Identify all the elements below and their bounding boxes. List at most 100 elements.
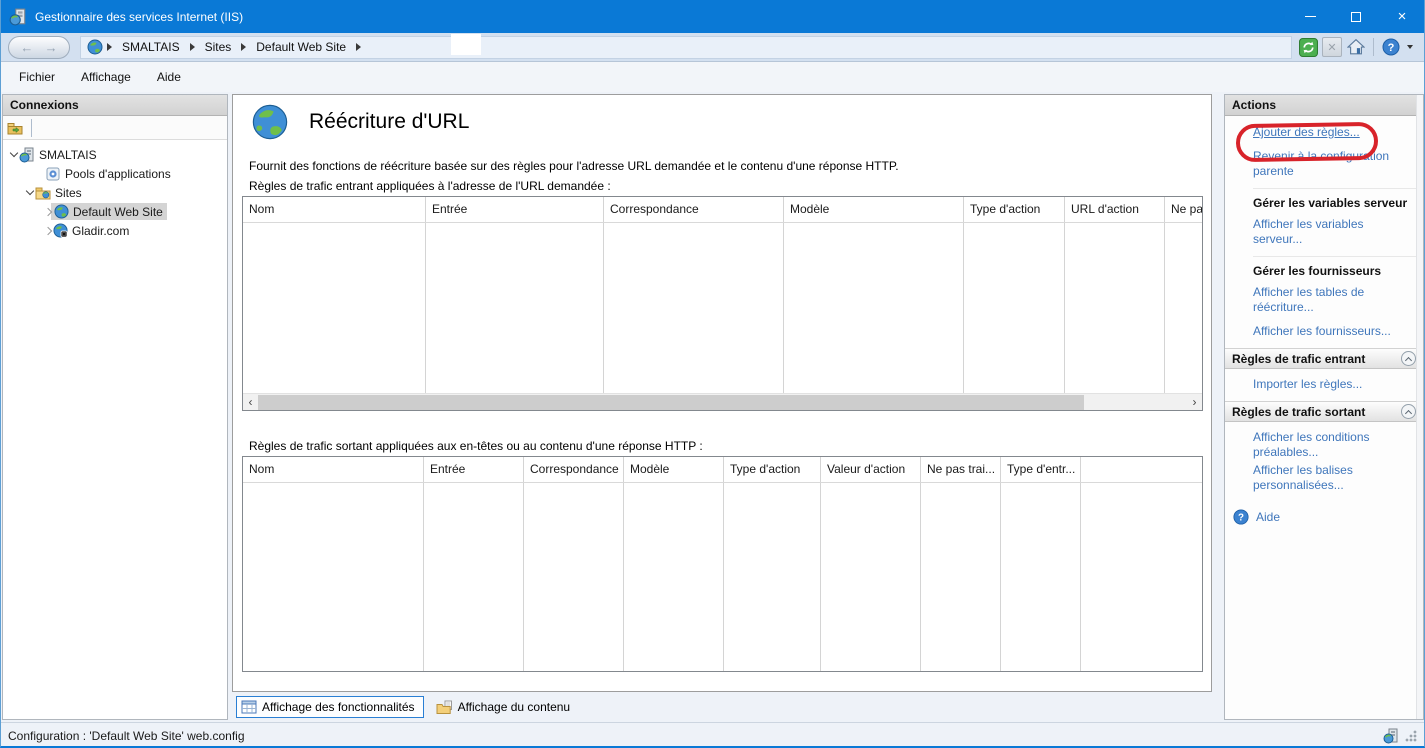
close-button[interactable]: × (1379, 0, 1425, 33)
home-button[interactable] (1346, 37, 1366, 57)
minimize-icon (1305, 16, 1316, 17)
feature-page: Réécriture d'URL Fournit des fonctions d… (232, 94, 1212, 692)
chevron-down-icon[interactable] (10, 149, 18, 157)
breadcrumb-default-web-site[interactable]: Default Web Site (256, 40, 346, 54)
tree-item-label: Pools d'applications (65, 167, 171, 181)
minimize-button[interactable] (1287, 0, 1333, 33)
help-button[interactable]: ? (1381, 37, 1401, 57)
features-view-icon (241, 700, 257, 714)
server-icon (19, 147, 35, 163)
column-header-entree[interactable]: Entrée (424, 457, 524, 671)
help-dropdown-caret-icon[interactable] (1407, 45, 1413, 49)
action-view-server-variables[interactable]: Afficher les variables serveur... (1253, 217, 1413, 247)
action-view-rewrite-maps[interactable]: Afficher les tables de réécriture... (1253, 285, 1413, 315)
column-header-type-action[interactable]: Type d'action (724, 457, 821, 671)
section-inbound-rules[interactable]: Règles de trafic entrant (1225, 348, 1423, 369)
tree-item-default-web-site[interactable]: Default Web Site (3, 202, 227, 221)
maximize-button[interactable] (1333, 0, 1379, 33)
help-icon: ? (1382, 38, 1400, 56)
save-connections-icon[interactable] (7, 121, 23, 135)
action-view-custom-tags[interactable]: Afficher les balises personnalisées... (1253, 463, 1413, 493)
column-header-ne-pas-traiter[interactable]: Ne pas trai... (921, 457, 1001, 671)
action-view-providers[interactable]: Afficher les fournisseurs... (1253, 324, 1413, 339)
inbound-rules-table: Nom Entrée Correspondance Modèle Type d'… (242, 196, 1203, 411)
table-header-divider (243, 222, 1202, 223)
scroll-left-arrow-icon[interactable]: ‹ (243, 395, 258, 410)
sites-folder-icon (35, 185, 51, 200)
chevron-up-icon (1405, 409, 1412, 416)
tab-label: Affichage du contenu (458, 700, 571, 714)
breadcrumb-arrow-icon (356, 43, 361, 51)
chevron-right-icon[interactable] (44, 226, 52, 234)
chevron-up-icon (1405, 356, 1412, 363)
menu-aide[interactable]: Aide (144, 66, 194, 88)
breadcrumb-server[interactable]: SMALTAIS (122, 40, 180, 54)
action-view-preconditions[interactable]: Afficher les conditions préalables... (1253, 430, 1413, 460)
menu-affichage[interactable]: Affichage (68, 66, 144, 88)
breadcrumb-arrow-icon (190, 43, 195, 51)
chevron-down-icon[interactable] (26, 187, 34, 195)
action-help[interactable]: ? Aide (1233, 509, 1415, 525)
iis-status-icon (1383, 728, 1399, 744)
action-revert-parent[interactable]: Revenir à la configuration parente (1253, 149, 1413, 179)
tree-item-label: Sites (55, 186, 82, 200)
horizontal-scrollbar[interactable]: ‹ › (243, 393, 1202, 410)
column-header-ne-pas[interactable]: Ne pa (1165, 197, 1202, 393)
column-header-modele[interactable]: Modèle (624, 457, 724, 671)
status-text: Configuration : 'Default Web Site' web.c… (8, 729, 245, 743)
menu-fichier[interactable]: Fichier (6, 66, 68, 88)
help-icon: ? (1233, 509, 1249, 525)
breadcrumb-arrow-icon (107, 43, 112, 51)
svg-text:?: ? (1388, 42, 1395, 54)
website-stopped-globe-icon (53, 223, 68, 238)
inbound-rules-label: Règles de trafic entrant appliquées à l'… (249, 179, 611, 193)
actions-scrollbar-track[interactable] (1416, 95, 1423, 719)
column-header-correspondance[interactable]: Correspondance (604, 197, 784, 393)
refresh-button[interactable] (1298, 37, 1318, 57)
tab-label: Affichage des fonctionnalités (262, 700, 415, 714)
address-bar[interactable]: SMALTAIS Sites Default Web Site (80, 36, 1292, 59)
actions-panel: Actions Ajouter des règles... Revenir à … (1224, 94, 1424, 720)
home-icon (1347, 38, 1365, 56)
column-header-modele[interactable]: Modèle (784, 197, 964, 393)
column-header-type-entree[interactable]: Type d'entr... (1001, 457, 1081, 671)
back-button[interactable]: ← (20, 40, 33, 55)
window-title: Gestionnaire des services Internet (IIS) (35, 10, 243, 24)
scrollbar-thumb[interactable] (258, 395, 1084, 410)
column-header-valeur-action[interactable]: Valeur d'action (821, 457, 921, 671)
tab-content-view[interactable]: Affichage du contenu (432, 696, 579, 718)
tree-item-app-pools[interactable]: Pools d'applications (3, 164, 227, 183)
action-add-rules[interactable]: Ajouter des règles... (1253, 125, 1413, 140)
column-header-filler (1081, 457, 1202, 671)
tree-item-gladir[interactable]: Gladir.com (3, 221, 227, 240)
column-header-entree[interactable]: Entrée (426, 197, 604, 393)
section-label: Règles de trafic sortant (1232, 405, 1365, 419)
stop-button[interactable]: ✕ (1322, 37, 1342, 57)
forward-button[interactable]: → (45, 40, 58, 55)
outbound-rules-table: Nom Entrée Correspondance Modèle Type d'… (242, 456, 1203, 672)
column-header-type-action[interactable]: Type d'action (964, 197, 1065, 393)
connections-header: Connexions (3, 95, 227, 116)
maximize-icon (1351, 12, 1361, 22)
tree-item-sites[interactable]: Sites (3, 183, 227, 202)
action-import-rules[interactable]: Importer les règles... (1253, 377, 1413, 392)
group-server-variables: Gérer les variables serveur (1253, 188, 1417, 210)
app-pools-icon (45, 166, 61, 182)
collapse-button[interactable] (1401, 404, 1416, 419)
section-outbound-rules[interactable]: Règles de trafic sortant (1225, 401, 1423, 422)
column-header-correspondance[interactable]: Correspondance (524, 457, 624, 671)
tab-features-view[interactable]: Affichage des fonctionnalités (236, 696, 424, 718)
column-header-nom[interactable]: Nom (243, 197, 426, 393)
column-header-url-action[interactable]: URL d'action (1065, 197, 1165, 393)
connections-toolbar-separator (31, 119, 32, 137)
content-view-icon (436, 700, 453, 715)
scroll-right-arrow-icon[interactable]: › (1187, 395, 1202, 410)
outbound-rules-label: Règles de trafic sortant appliquées aux … (249, 439, 703, 453)
column-header-nom[interactable]: Nom (243, 457, 424, 671)
resize-grip[interactable] (1405, 730, 1417, 742)
tree-item-label: SMALTAIS (39, 148, 97, 162)
collapse-button[interactable] (1401, 351, 1416, 366)
title-bar: Gestionnaire des services Internet (IIS)… (0, 0, 1425, 33)
breadcrumb-sites[interactable]: Sites (205, 40, 232, 54)
tree-item-server[interactable]: SMALTAIS (3, 145, 227, 164)
